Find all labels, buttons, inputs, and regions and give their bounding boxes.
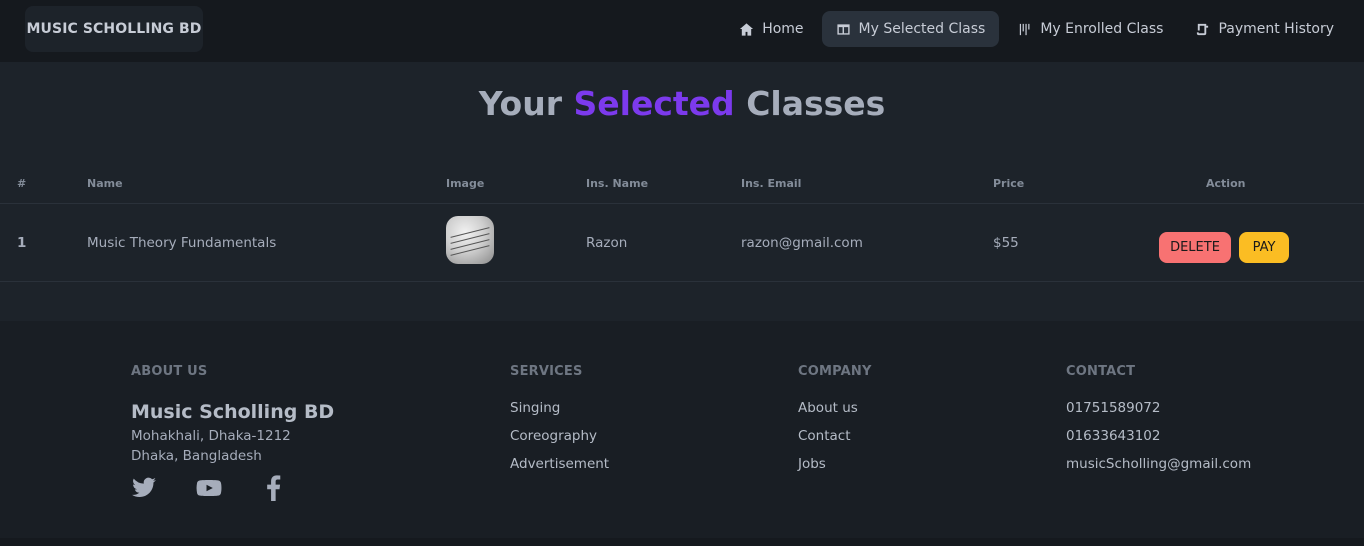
row-ins-email: razon@gmail.com <box>741 235 863 251</box>
home-icon <box>740 22 754 36</box>
nav-item-home[interactable]: Home <box>725 11 817 47</box>
footer: ABOUT US Music Scholling BD Mohakhali, D… <box>0 321 1364 538</box>
delete-button[interactable]: DELETE <box>1159 232 1231 263</box>
nav-item-label: My Selected Class <box>858 21 986 37</box>
nav-item-label: My Enrolled Class <box>1040 21 1164 37</box>
footer-address-line2: Dhaka, Bangladesh <box>131 448 262 464</box>
footer-address-line1: Mohakhali, Dhaka-1212 <box>131 428 291 444</box>
nav-item-my-selected-class[interactable]: My Selected Class <box>821 11 1000 47</box>
youtube-icon[interactable] <box>196 475 222 501</box>
page-title: Your Selected Classes <box>0 84 1364 123</box>
footer-heading-about: ABOUT US <box>131 364 208 379</box>
footer-link-advertisement[interactable]: Advertisement <box>510 456 609 472</box>
scroll-icon <box>1197 23 1209 35</box>
header-ins-name: Ins. Name <box>586 177 649 190</box>
title-accent: Selected <box>573 84 735 123</box>
row-ins-name: Razon <box>586 235 628 251</box>
header-action: Action <box>1206 177 1246 190</box>
header-name: Name <box>87 177 123 190</box>
footer-email[interactable]: musicScholling@gmail.com <box>1066 456 1251 472</box>
row-price: $55 <box>993 235 1019 251</box>
footer-phone-2[interactable]: 01633643102 <box>1066 428 1160 444</box>
footer-heading-company: COMPANY <box>798 364 872 379</box>
nav-item-label: Home <box>762 21 804 37</box>
nav-item-payment-history[interactable]: Payment History <box>1181 11 1348 47</box>
header-price: Price <box>993 177 1025 190</box>
footer-heading-contact: CONTACT <box>1066 364 1136 379</box>
table-row: 1 Music Theory Fundamentals Razon razon@… <box>0 204 1364 282</box>
nav-menu: Home My Selected Class My Enrolled Class… <box>725 11 1348 47</box>
footer-link-jobs[interactable]: Jobs <box>798 456 826 472</box>
header-index: # <box>17 177 27 190</box>
footer-brand: Music Scholling BD <box>131 401 335 423</box>
footer-link-contact[interactable]: Contact <box>798 428 851 444</box>
header-image: Image <box>446 177 485 190</box>
footer-heading-services: SERVICES <box>510 364 583 379</box>
footer-link-about-us[interactable]: About us <box>798 400 858 416</box>
title-part1: Your <box>478 84 562 123</box>
header-ins-email: Ins. Email <box>741 177 802 190</box>
footer-bottom-bar <box>0 538 1364 546</box>
bars-icon <box>1020 23 1030 35</box>
title-part2: Classes <box>746 84 886 123</box>
footer-link-coreography[interactable]: Coreography <box>510 428 597 444</box>
facebook-icon[interactable] <box>261 475 287 501</box>
class-image <box>446 216 494 264</box>
row-index: 1 <box>17 235 27 251</box>
footer-link-singing[interactable]: Singing <box>510 400 560 416</box>
selected-classes-table: # Name Image Ins. Name Ins. Email Price … <box>0 164 1364 282</box>
nav-item-label: Payment History <box>1218 21 1334 37</box>
pay-button[interactable]: PAY <box>1239 232 1289 263</box>
columns-icon <box>836 23 850 35</box>
brand-logo[interactable]: MUSIC SCHOLLING BD <box>25 6 203 52</box>
row-class-name: Music Theory Fundamentals <box>87 235 277 251</box>
table-header: # Name Image Ins. Name Ins. Email Price … <box>0 164 1364 204</box>
footer-phone-1[interactable]: 01751589072 <box>1066 400 1160 416</box>
navbar: MUSIC SCHOLLING BD Home My Selected Clas… <box>0 0 1364 62</box>
nav-item-my-enrolled-class[interactable]: My Enrolled Class <box>1003 11 1177 47</box>
twitter-icon[interactable] <box>131 475 157 501</box>
